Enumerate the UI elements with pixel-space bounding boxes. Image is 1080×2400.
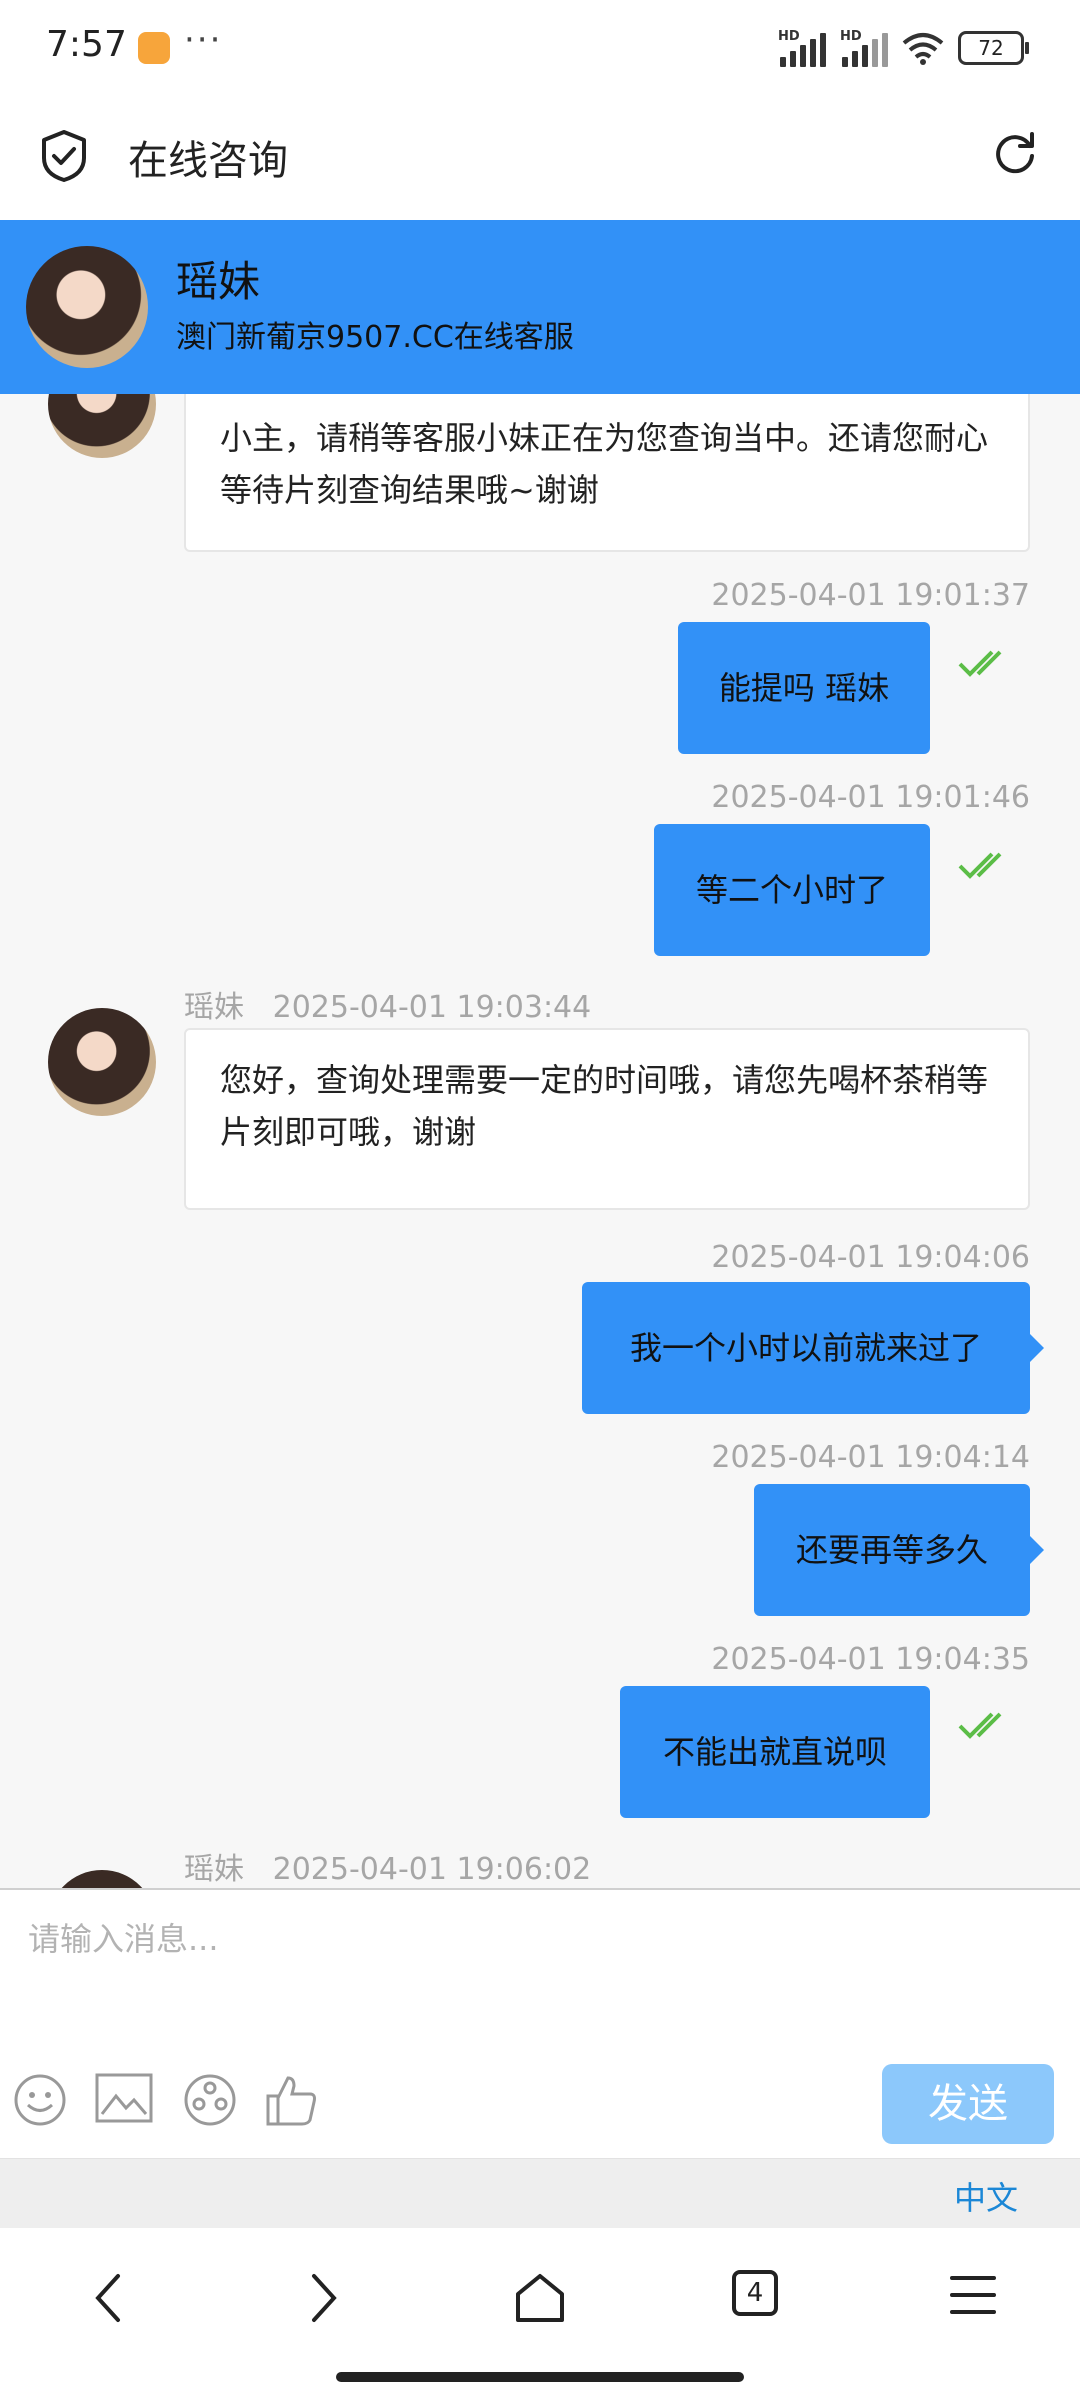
video-icon[interactable] bbox=[182, 2072, 238, 2128]
menu-icon[interactable] bbox=[948, 2270, 998, 2320]
read-check-icon bbox=[958, 1712, 1002, 1739]
message-bubble-right: 不能出就直说呗 bbox=[620, 1686, 930, 1818]
agent-header: 瑶妹 澳门新葡京9507.CC在线客服 bbox=[0, 220, 1080, 394]
home-icon[interactable] bbox=[512, 2270, 568, 2326]
read-check-icon bbox=[958, 650, 1002, 677]
message-time: 2025-04-01 19:04:35 bbox=[711, 1642, 1030, 1677]
chat-messages[interactable]: 小主，请稍等客服小妹正在为您查询当中。还请您耐心等待片刻查询结果哦~谢谢 202… bbox=[0, 394, 1080, 1888]
message-time: 2025-04-01 19:03:44 bbox=[272, 990, 592, 1025]
message-time: 2025-04-01 19:04:06 bbox=[711, 1240, 1030, 1275]
agent-name: 瑶妹 bbox=[176, 257, 261, 306]
language-bar: 中文 bbox=[0, 2158, 1080, 2229]
message-meta: 瑶妹 2025-04-01 19:03:44 bbox=[184, 982, 591, 1026]
wifi-icon bbox=[902, 33, 944, 65]
message-bubble-right: 还要再等多久 bbox=[754, 1484, 1030, 1616]
agent-avatar bbox=[26, 246, 148, 368]
refresh-icon[interactable] bbox=[990, 128, 1040, 178]
message-time: 2025-04-01 19:06:02 bbox=[272, 1852, 592, 1887]
emoji-icon[interactable] bbox=[12, 2072, 68, 2128]
message-time: 2025-04-01 19:01:46 bbox=[711, 780, 1030, 815]
message-bubble-right: 我一个小时以前就来过了 bbox=[582, 1282, 1030, 1414]
bubble-tail bbox=[1030, 1334, 1044, 1362]
shield-check-icon[interactable] bbox=[40, 128, 88, 184]
hd-label: HD bbox=[840, 29, 862, 44]
top-bar: 在线咨询 bbox=[0, 98, 1080, 220]
notification-app-icon bbox=[138, 32, 170, 64]
bubble-tail bbox=[1030, 1536, 1044, 1564]
message-time: 2025-04-01 19:04:14 bbox=[711, 1440, 1030, 1475]
battery-indicator: 72 bbox=[958, 31, 1029, 65]
more-notifications-icon: ··· bbox=[184, 20, 223, 60]
tab-count: 4 bbox=[746, 2278, 764, 2308]
message-meta: 瑶妹 2025-04-01 19:06:02 bbox=[184, 1844, 591, 1888]
forward-icon[interactable] bbox=[304, 2270, 344, 2326]
sender-name: 瑶妹 bbox=[184, 1852, 244, 1887]
composer: 请输入消息... 发送 bbox=[0, 1888, 1080, 2160]
avatar bbox=[48, 1870, 156, 1888]
avatar bbox=[48, 1008, 156, 1116]
avatar bbox=[48, 394, 156, 458]
tabs-button[interactable]: 4 bbox=[732, 2270, 778, 2316]
sender-name: 瑶妹 bbox=[184, 990, 244, 1025]
status-right: HD HD 72 bbox=[778, 26, 1029, 70]
send-button[interactable]: 发送 bbox=[882, 2064, 1054, 2144]
image-icon[interactable] bbox=[94, 2072, 154, 2126]
message-input[interactable]: 请输入消息... bbox=[28, 1914, 219, 1960]
signal-icon: HD bbox=[840, 29, 888, 67]
home-indicator bbox=[336, 2372, 744, 2382]
message-time: 2025-04-01 19:01:37 bbox=[711, 578, 1030, 613]
back-icon[interactable] bbox=[88, 2270, 128, 2326]
page-title: 在线咨询 bbox=[128, 138, 288, 184]
message-bubble-right: 等二个小时了 bbox=[654, 824, 930, 956]
hd-label: HD bbox=[778, 29, 800, 44]
status-time: 7:57 bbox=[46, 24, 127, 65]
browser-nav: 4 bbox=[0, 2228, 1080, 2400]
agent-subtitle: 澳门新葡京9507.CC在线客服 bbox=[176, 320, 574, 355]
thumbs-up-icon[interactable] bbox=[262, 2072, 318, 2128]
message-bubble-left: 您好，查询处理需要一定的时间哦，请您先喝杯茶稍等片刻即可哦，谢谢 bbox=[184, 1028, 1030, 1210]
message-bubble-right: 能提吗 瑶妹 bbox=[678, 622, 930, 754]
message-bubble-left: 小主，请稍等客服小妹正在为您查询当中。还请您耐心等待片刻查询结果哦~谢谢 bbox=[184, 394, 1030, 552]
read-check-icon bbox=[958, 852, 1002, 879]
language-toggle[interactable]: 中文 bbox=[954, 2173, 1018, 2219]
status-bar: 7:57 ··· HD HD 72 bbox=[0, 0, 1080, 98]
signal-icon: HD bbox=[778, 29, 826, 67]
